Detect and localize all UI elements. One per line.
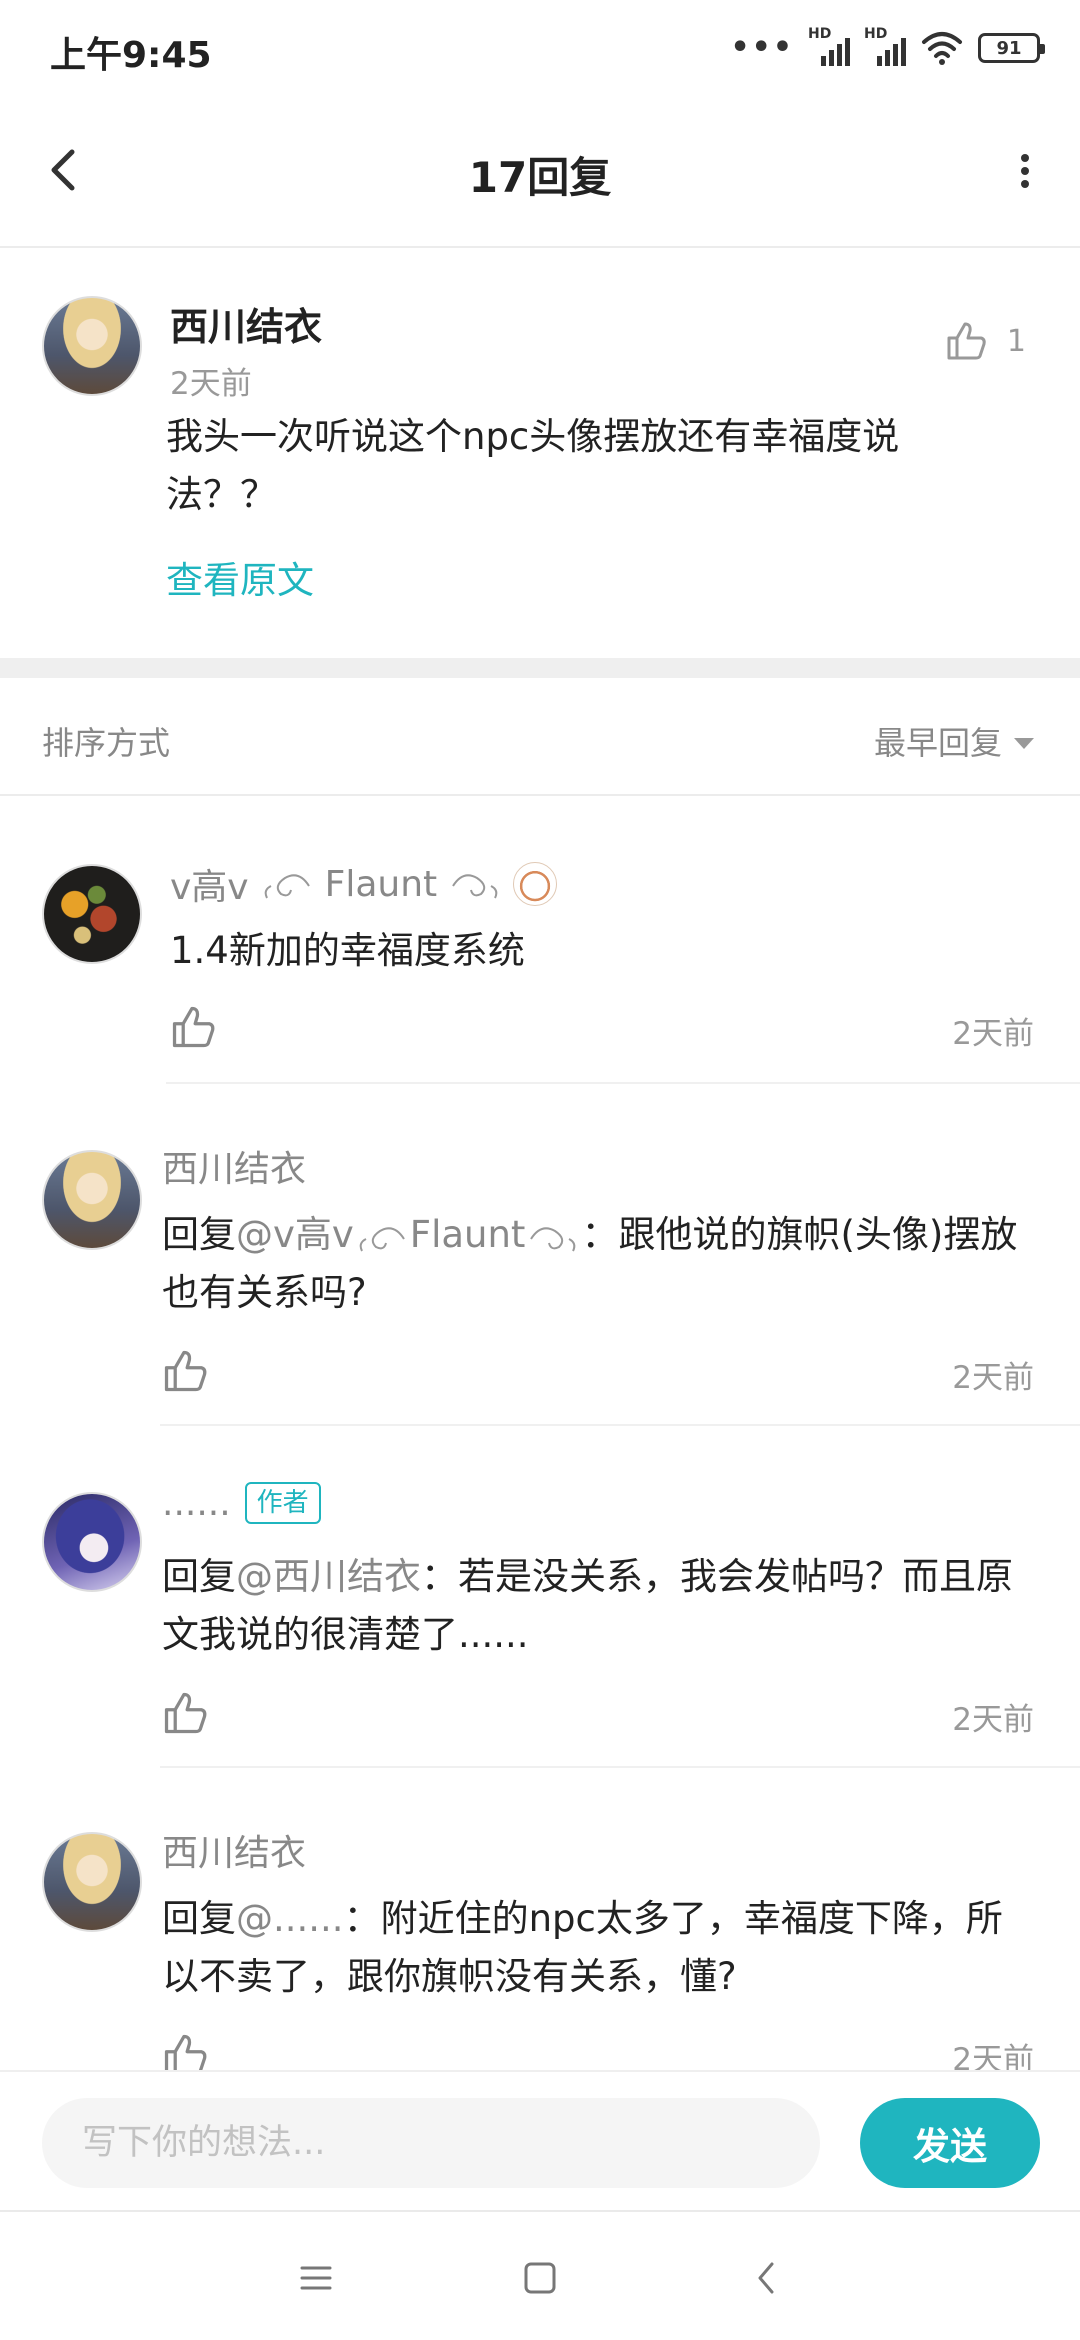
thumbs-up-icon (947, 322, 986, 360)
post-like-button[interactable]: 1 (943, 318, 1026, 364)
reply-time: 2天前 (952, 2042, 1034, 2070)
page-title: 17回复 (468, 153, 612, 202)
thumbs-up-icon[interactable] (160, 1688, 210, 1738)
mascot-icon (513, 862, 558, 906)
reply-author[interactable]: ...... 作者 (162, 1482, 321, 1524)
battery-icon: 91 (978, 33, 1045, 63)
reply-author[interactable]: v高v Flaunt (170, 858, 558, 910)
reply-text: 1.4新加的幸福度系统 (170, 929, 525, 972)
main-post: 西川结衣 2天前 1 我头一次听说这个npc头像摆放还有幸福度说法？？ 查看原文 (0, 248, 1080, 658)
reply-item: v高v Flaunt 1.4新加的幸福度系统 2天前 (0, 796, 1080, 1084)
flourish-icon (359, 1226, 405, 1251)
reply-item: 西川结衣 回复@v高v Flaunt ：跟他说的旗帜(头像)摆放也有关系吗? 2天前 (0, 1084, 1080, 1426)
reply-item: 西川结衣 回复@......：附近住的npc太多了，幸福度下降，所以不卖了，跟你… (0, 1768, 1080, 2070)
reply-time: 2天前 (952, 1360, 1034, 1396)
reply-time: 2天前 (952, 1702, 1034, 1738)
more-dots-icon: ••• (730, 30, 794, 65)
sort-row: 排序方式 最早回复 (0, 678, 1080, 796)
system-nav-bar (0, 2210, 1080, 2340)
header: 17回复 (0, 96, 1080, 248)
nav-back-icon[interactable] (738, 2248, 798, 2308)
reply-author[interactable]: 西川结衣 (162, 1824, 306, 1876)
post-time: 2天前 (170, 366, 252, 402)
sort-value: 最早回复 (873, 724, 1002, 762)
avatar[interactable] (42, 296, 142, 396)
thumbs-up-icon[interactable] (160, 1346, 210, 1396)
mention-link[interactable]: @西川结衣 (236, 1555, 421, 1598)
reply-time: 2天前 (952, 1016, 1034, 1052)
sort-dropdown[interactable]: 最早回复 (874, 718, 1034, 764)
avatar[interactable] (42, 1150, 142, 1250)
comment-input[interactable] (42, 2098, 820, 2188)
thumbs-up-icon[interactable] (168, 1002, 218, 1052)
status-bar: 上午9:45 ••• HD HD 91 (0, 0, 1080, 96)
avatar[interactable] (42, 1492, 142, 1592)
flourish-icon (264, 874, 310, 899)
like-count: 1 (1006, 323, 1026, 359)
flourish-icon (530, 1226, 576, 1251)
post-author[interactable]: 西川结衣 (170, 296, 322, 351)
reply-author[interactable]: 西川结衣 (162, 1140, 306, 1192)
signal-icon: HD (808, 26, 850, 66)
view-original-link[interactable]: 查看原文 (166, 550, 314, 604)
mention-link[interactable]: @v高v Flaunt (236, 1213, 581, 1256)
flourish-icon (452, 874, 498, 899)
avatar[interactable] (42, 1832, 142, 1932)
more-vertical-icon[interactable] (1010, 146, 1040, 196)
wifi-icon (922, 32, 962, 65)
home-square-icon[interactable] (510, 2248, 570, 2308)
mention-link[interactable]: @...... (236, 1897, 344, 1940)
menu-icon[interactable] (286, 2248, 346, 2308)
comment-bar: 发送 (0, 2070, 1080, 2210)
sort-label: 排序方式 (42, 724, 171, 762)
send-button[interactable]: 发送 (860, 2098, 1040, 2188)
thumbs-up-icon[interactable] (160, 2030, 210, 2070)
caret-down-icon (1014, 737, 1034, 749)
reply-item: ...... 作者 回复@西川结衣：若是没关系，我会发帖吗？而且原文我说的很清楚… (0, 1426, 1080, 1768)
status-icons: ••• HD HD 91 (730, 26, 1045, 68)
reply-text: 回复@西川结衣：若是没关系，我会发帖吗？而且原文我说的很清楚了...... (162, 1555, 1013, 1656)
author-badge: 作者 (244, 1482, 321, 1524)
signal-icon-2: HD (864, 26, 906, 66)
section-divider (0, 658, 1080, 678)
reply-text: 回复@v高v Flaunt ：跟他说的旗帜(头像)摆放也有关系吗? (162, 1213, 1018, 1314)
status-time: 上午9:45 (50, 35, 212, 76)
reply-text: 回复@......：附近住的npc太多了，幸福度下降，所以不卖了，跟你旗帜没有关… (162, 1897, 1003, 1998)
avatar[interactable] (42, 864, 142, 964)
post-content: 我头一次听说这个npc头像摆放还有幸福度说法？？ (166, 415, 900, 516)
